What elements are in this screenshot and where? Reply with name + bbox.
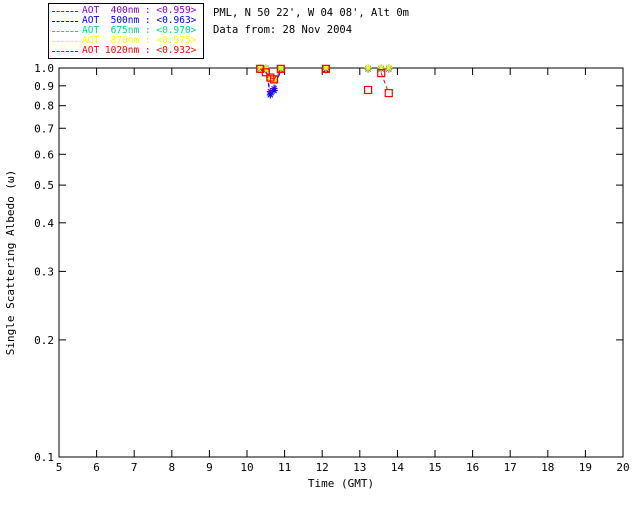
legend-dash-1020nm-icon: [52, 50, 78, 52]
x-axis-tick-label: 11: [278, 461, 291, 474]
x-axis-tick-label: 19: [579, 461, 592, 474]
x-axis-tick-label: 14: [391, 461, 405, 474]
x-axis-tick-label: 5: [56, 461, 63, 474]
date-subtitle: Data from: 28 Nov 2004: [213, 24, 353, 36]
x-axis-tick-label: 12: [316, 461, 329, 474]
marker-square: [363, 85, 373, 95]
x-axis-tick-label: 8: [168, 461, 175, 474]
x-axis-tick-label: 13: [353, 461, 366, 474]
legend-label-1020nm: AOT 1020nm : <0.932>: [82, 45, 197, 56]
y-axis-tick-label: 0.3: [34, 265, 54, 278]
y-axis-tick-label: 0.5: [34, 179, 54, 192]
x-axis-tick-label: 20: [616, 461, 629, 474]
x-axis-tick-label: 16: [466, 461, 479, 474]
y-axis-tick-label: 0.1: [34, 451, 54, 464]
plot-window: AOT 400nm : <0.959> AOT 500nm : <0.963> …: [0, 0, 640, 512]
legend-dash-675nm-icon: [52, 30, 78, 32]
legend-item-1020nm: AOT 1020nm : <0.932>: [52, 46, 200, 56]
x-axis-tick-label: 6: [93, 461, 100, 474]
plot-frame: [58, 67, 624, 458]
ssa-plot: 5 6 7 8 9 10 11 12 13 14 15 16 17 18 19 20 1.0 0.9 0.8 0.7 0…: [4, 62, 630, 490]
y-axis-tick-label: 0.7: [34, 122, 54, 135]
x-axis-tick-label: 7: [131, 461, 138, 474]
legend-dash-400nm-icon: [52, 10, 78, 12]
y-axis-tick-label: 0.4: [34, 217, 54, 230]
x-axis-tick-label: 10: [240, 461, 253, 474]
legend: AOT 400nm : <0.959> AOT 500nm : <0.963> …: [48, 3, 204, 59]
site-title: PML, N 50 22', W 04 08', Alt 0m: [213, 7, 409, 19]
x-axis-tick-label: 18: [541, 461, 554, 474]
y-axis-tick-label: 0.8: [34, 100, 54, 113]
y-axis-tick-label: 0.6: [34, 148, 54, 161]
x-axis-label: Time (GMT): [308, 477, 374, 490]
y-axis-label: Single Scattering Albedo (ω): [4, 170, 17, 355]
y-axis-tick-label: 0.9: [34, 80, 54, 93]
x-axis-tick-label: 9: [206, 461, 213, 474]
x-axis-tick-label: 17: [504, 461, 517, 474]
legend-dash-500nm-icon: [52, 20, 78, 22]
y-axis-tick-label: 1.0: [34, 62, 54, 75]
legend-dash-870nm-icon: [52, 40, 78, 42]
y-axis-tick-label: 0.2: [34, 334, 54, 347]
x-axis-tick-label: 15: [428, 461, 441, 474]
